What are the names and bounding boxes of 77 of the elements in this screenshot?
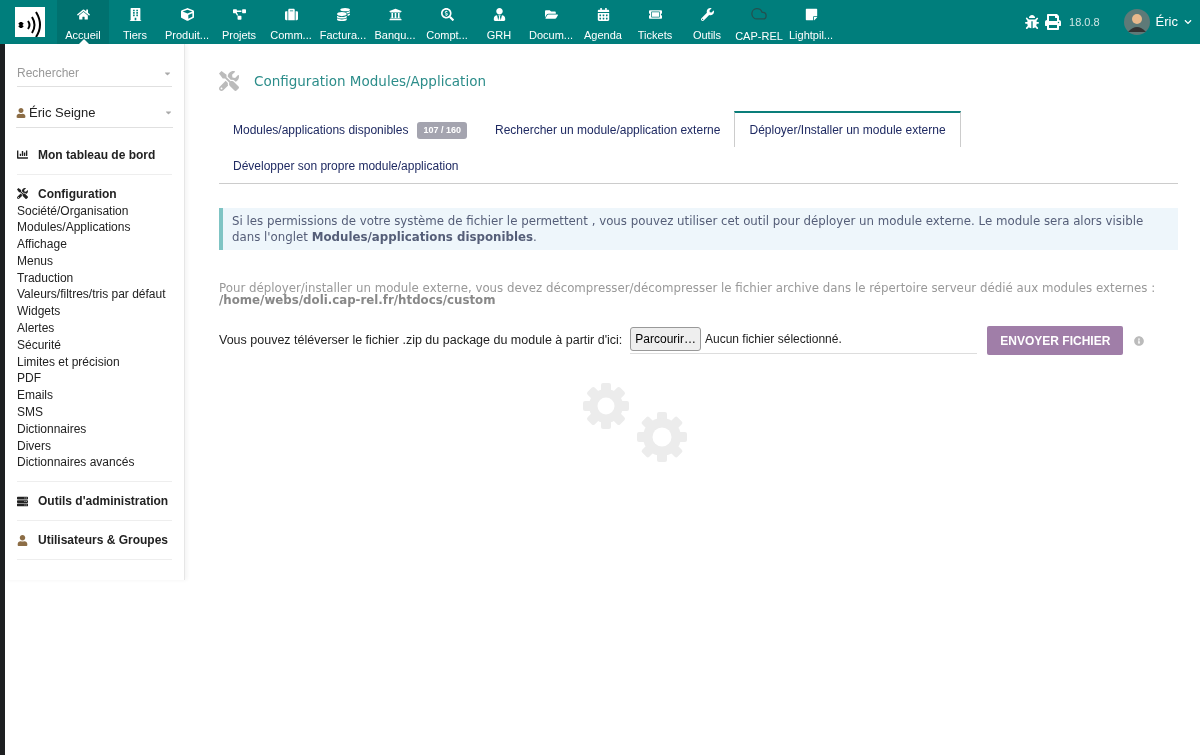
info-box: Si les permissions de votre système de fichier le permettent , vous pouvez utiliser cet outil pour déployer un module externe. Le module sera alors visible dans l'onglet Modules/applications disponibles.: [219, 208, 1178, 251]
server-icon: [17, 495, 28, 507]
building-icon: [128, 8, 142, 21]
tab[interactable]: Déployer/Installer un module externe: [734, 111, 961, 148]
menu-item[interactable]: Projets: [213, 0, 265, 44]
sidebar-item[interactable]: Dictionnaires avancés: [17, 454, 172, 472]
menu-item[interactable]: Comm...: [265, 0, 317, 44]
menu-item[interactable]: Lightpil...: [785, 0, 837, 44]
sidebar-item[interactable]: SMS: [17, 404, 172, 421]
sidebar-item[interactable]: Menus: [17, 252, 172, 270]
browse-button[interactable]: Parcourir…: [630, 327, 701, 352]
coins-icon: [336, 8, 350, 21]
sidebar-item[interactable]: Sécurité: [17, 336, 172, 354]
instruction-text: Pour déployer/installer un module externe, vous devez décompresser/décompresser le fichier archive dans le répertoire serveur dédié aux modules externes :: [219, 282, 1157, 295]
menu-item[interactable]: CAP-REL: [733, 0, 785, 44]
bug-icon[interactable]: [1025, 15, 1039, 29]
count-badge: 107 / 160: [417, 121, 467, 139]
sidebar-section[interactable]: Utilisateurs & Groupes: [38, 531, 169, 550]
sidebar-item[interactable]: PDF: [17, 370, 172, 388]
sidebar-item[interactable]: Limites et précision: [17, 353, 172, 371]
menu-item[interactable]: GRH: [473, 0, 525, 44]
sidebar-item[interactable]: Société/Organisation: [17, 202, 172, 220]
sidebar-item[interactable]: Widgets: [17, 303, 172, 321]
folder-icon: [544, 8, 558, 21]
sidebar-item[interactable]: Affichage: [17, 236, 172, 253]
sidebar-item[interactable]: Emails: [17, 387, 172, 405]
print-icon[interactable]: [1045, 14, 1061, 30]
sidebar-section[interactable]: Mon tableau de bord: [38, 145, 156, 164]
sidebar-item[interactable]: Alertes: [17, 320, 172, 337]
path-text: /home/webs/doli.cap-rel.fr/htdocs/custom: [219, 294, 497, 307]
version-text: 18.0.8: [1069, 14, 1100, 30]
menu-item[interactable]: Tickets: [629, 0, 681, 44]
chevron-icon[interactable]: [1184, 18, 1192, 26]
tools-icon: [219, 71, 239, 92]
menu-item[interactable]: Produit...: [161, 0, 213, 44]
calendar-icon: [596, 8, 610, 21]
sidebar-item[interactable]: Divers: [17, 437, 172, 455]
menu-item[interactable]: Outils: [681, 0, 733, 44]
chart-icon: [17, 149, 28, 160]
file-status: Aucun fichier sélectionné.: [705, 331, 842, 349]
sidebar-item[interactable]: Modules/Applications: [17, 219, 172, 237]
logo[interactable]: [15, 7, 45, 37]
menu-item[interactable]: Accueil: [57, 0, 109, 44]
user-name[interactable]: Éric: [1155, 12, 1178, 32]
upload-label: Vous pouvez téléverser le fichier .zip du package du module à partir d'ici:: [219, 332, 623, 350]
file-input[interactable]: Parcourir… Aucun fichier sélectionné.: [630, 327, 978, 355]
cube-icon: [180, 8, 194, 21]
wrench-icon: [700, 8, 714, 21]
note-icon: [804, 8, 818, 21]
page-title: Configuration Modules/Application: [254, 72, 486, 91]
menu-item[interactable]: Factura...: [317, 0, 369, 44]
sidebar-section[interactable]: Outils d'administration: [38, 492, 169, 511]
cloud-icon: [750, 6, 768, 22]
sidebar-item[interactable]: Traduction: [17, 269, 172, 287]
magnifier-dollar-icon: [440, 8, 454, 21]
menu-item[interactable]: Agenda: [577, 0, 629, 44]
user-icon: [17, 534, 28, 546]
menu-item[interactable]: Tiers: [109, 0, 161, 44]
menu-item[interactable]: Banqu...: [369, 0, 421, 44]
user-tie-icon: [492, 8, 506, 21]
home-icon: [76, 8, 90, 21]
tab[interactable]: Modules/applications disponibles 107 / 160: [219, 111, 481, 148]
tab[interactable]: Développer son propre module/application: [219, 147, 473, 184]
briefcase-icon: [284, 8, 298, 21]
tab[interactable]: Rechercher un module/application externe: [481, 111, 735, 148]
user-select[interactable]: Éric Seigne: [16, 103, 173, 128]
sidebar-item[interactable]: Dictionnaires: [17, 420, 172, 438]
sidebar-item[interactable]: Valeurs/filtres/tris par défaut: [17, 286, 172, 304]
tools-icon: [17, 188, 28, 199]
user-icon: [16, 107, 26, 118]
sidebar-section[interactable]: Configuration: [38, 184, 117, 203]
avatar[interactable]: [1123, 9, 1150, 35]
bank-icon: [388, 8, 402, 21]
menu-item[interactable]: Compt...: [421, 0, 473, 44]
network-icon: [232, 8, 246, 21]
menu-item[interactable]: Docum...: [525, 0, 577, 44]
ticket-icon: [648, 8, 662, 21]
